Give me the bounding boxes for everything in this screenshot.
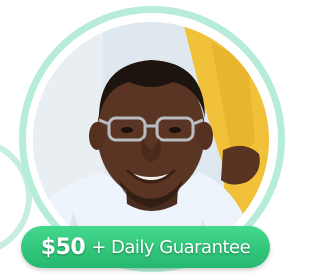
badge-amount: $50 (40, 234, 86, 260)
badge-text: + Daily Guarantee (91, 236, 251, 258)
guarantee-badge: $50 + Daily Guarantee (21, 226, 270, 268)
testimonial-card: $50 + Daily Guarantee (0, 0, 288, 278)
profile-photo (33, 22, 269, 258)
